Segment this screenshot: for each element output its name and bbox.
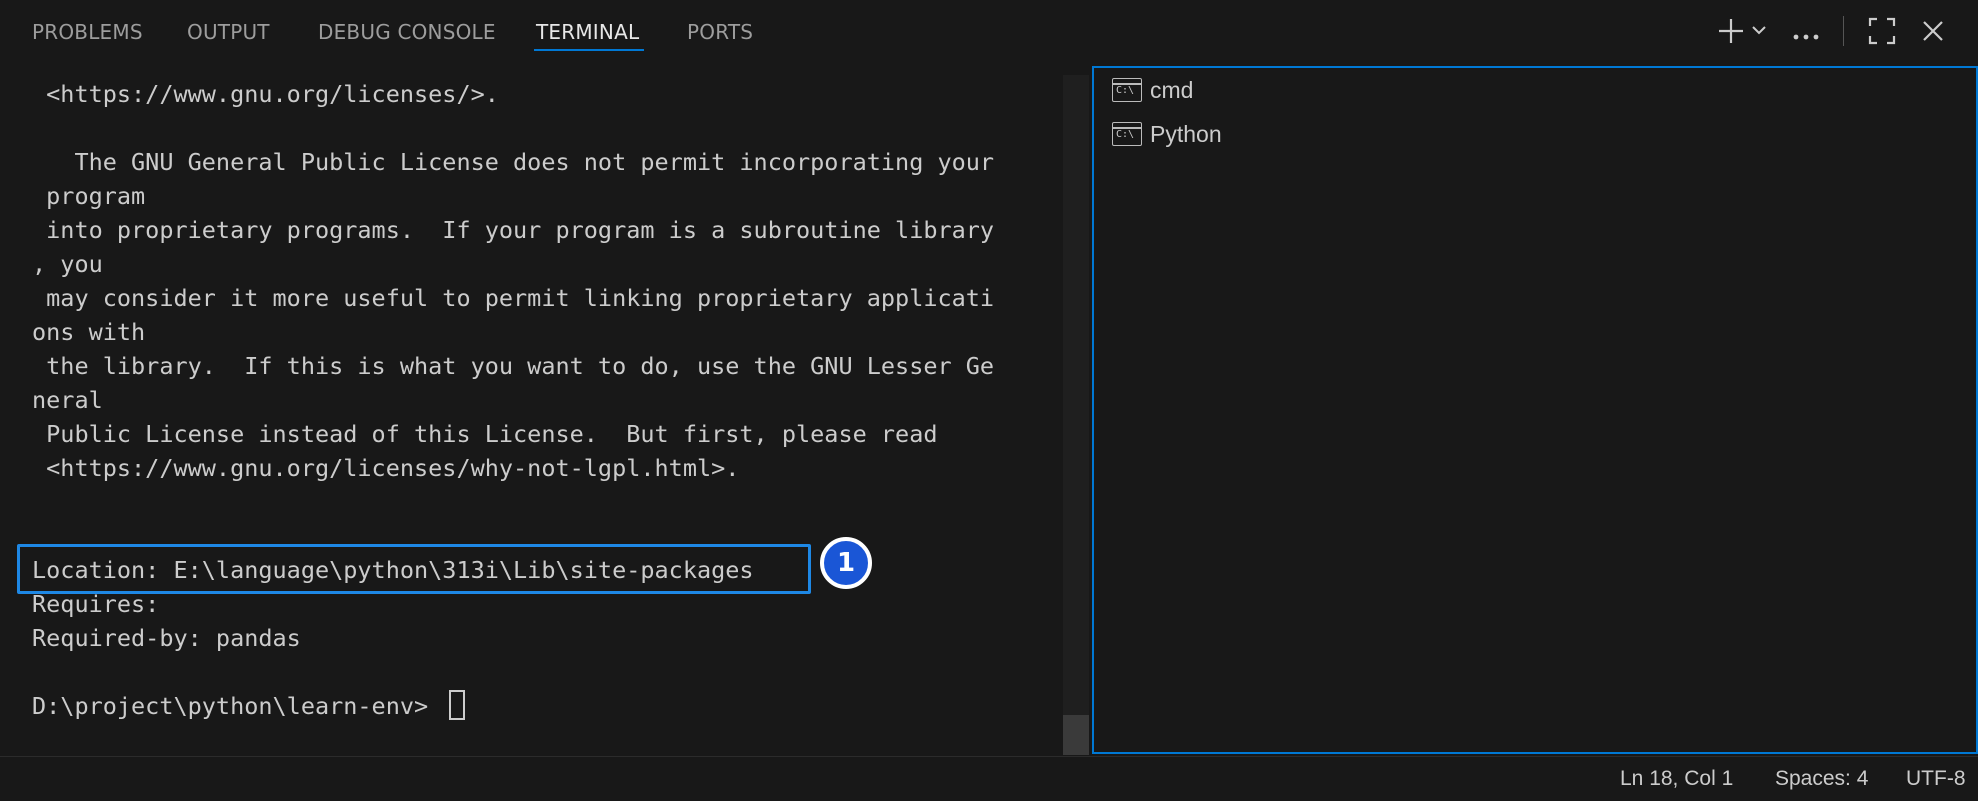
tab-debug-console[interactable]: DEBUG CONSOLE [318,20,496,44]
status-encoding[interactable]: UTF-8 [1906,767,1966,791]
maximize-icon[interactable] [1868,17,1896,49]
step-marker-badge: 1 [820,537,872,589]
terminal-line: , you [32,250,103,278]
chevron-down-icon[interactable] [1751,22,1767,42]
terminal-line: <https://www.gnu.org/licenses/why-not-lg… [32,454,740,482]
status-cursor-position[interactable]: Ln 18, Col 1 [1620,767,1733,791]
terminal-list-panel: C:\ cmd C:\ Python [1092,66,1978,754]
terminal-scrollbar-thumb[interactable] [1063,715,1089,755]
terminal-list-item-python[interactable]: C:\ Python [1112,117,1222,151]
location-highlight-box [17,544,811,594]
terminal-list-label: cmd [1150,76,1194,103]
terminal-line: into proprietary programs. If your progr… [32,216,995,244]
tab-terminal[interactable]: TERMINAL [536,20,639,44]
toolbar-separator [1843,16,1844,46]
terminal-scrollbar[interactable] [1063,75,1089,755]
tab-problems[interactable]: PROBLEMS [32,20,143,44]
terminal-list-item-cmd[interactable]: C:\ cmd [1112,73,1193,107]
cmd-terminal-icon: C:\ [1112,122,1142,146]
status-bar: Ln 18, Col 1 Spaces: 4 UTF-8 [0,756,1978,801]
terminal-cursor [449,690,465,720]
panel-tabbar: PROBLEMS OUTPUT DEBUG CONSOLE TERMINAL P… [0,0,1978,62]
terminal-line: neral [32,386,103,414]
ellipsis-icon[interactable] [1792,26,1820,45]
terminal-line: Required-by: pandas [32,624,301,652]
cmd-terminal-icon: C:\ [1112,78,1142,102]
terminal-list-label: Python [1150,120,1222,147]
terminal-line: Public License instead of this License. … [32,420,938,448]
terminal-prompt: D:\project\python\learn-env> [32,692,429,720]
terminal-line: ons with [32,318,146,346]
terminal-line: The GNU General Public License does not … [32,148,995,176]
terminal-line: <https://www.gnu.org/licenses/>. [32,80,499,108]
terminal-line: may consider it more useful to permit li… [32,284,995,312]
active-tab-indicator [534,49,644,51]
plus-icon[interactable] [1716,16,1746,50]
terminal-line: the library. If this is what you want to… [32,352,995,380]
tab-ports[interactable]: PORTS [687,20,753,44]
tab-output[interactable]: OUTPUT [187,20,270,44]
status-indentation[interactable]: Spaces: 4 [1775,767,1868,791]
terminal-line: program [32,182,146,210]
close-icon[interactable] [1921,19,1945,47]
